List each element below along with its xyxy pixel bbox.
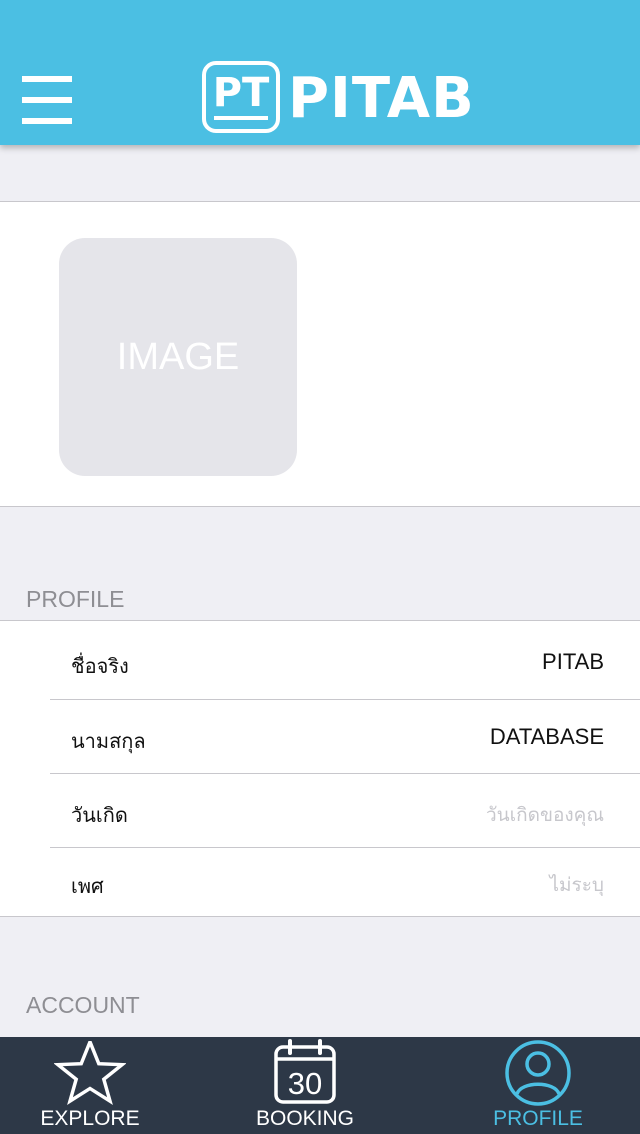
logo-mark-text: PT: [213, 70, 270, 116]
tab-profile[interactable]: PROFILE: [448, 1037, 628, 1134]
tab-explore-label: EXPLORE: [40, 1107, 140, 1130]
gender-label: เพศ: [71, 874, 104, 898]
pitab-logo-icon: PT: [202, 61, 280, 133]
gender-placeholder: ไม่ระบุ: [549, 874, 604, 896]
row-gender[interactable]: เพศ ไม่ระบุ: [0, 848, 640, 918]
app-logo-text: PITAB: [288, 66, 475, 131]
image-placeholder-label: IMAGE: [116, 335, 240, 378]
profile-image-placeholder[interactable]: IMAGE: [59, 238, 297, 476]
birthday-placeholder: วันเกิดของคุณ: [485, 804, 604, 826]
calendar-day-text: 30: [288, 1066, 322, 1101]
profile-image-section: IMAGE: [0, 201, 640, 507]
first-name-value: PITAB: [542, 649, 604, 674]
row-last-name[interactable]: นามสกุล DATABASE: [0, 700, 640, 774]
profile-section-title: PROFILE: [26, 586, 125, 612]
row-first-name[interactable]: ชื่อจริง PITAB: [0, 621, 640, 700]
profile-list: ชื่อจริง PITAB นามสกุล DATABASE วันเกิด …: [0, 620, 640, 917]
star-icon: [54, 1041, 126, 1105]
first-name-label: ชื่อจริง: [71, 654, 129, 678]
bottom-tab-bar: EXPLORE 30 BOOKING PROFILE: [0, 1037, 640, 1134]
row-birthday[interactable]: วันเกิด วันเกิดของคุณ: [0, 774, 640, 848]
account-section-title: ACCOUNT: [26, 992, 140, 1018]
hamburger-menu-icon[interactable]: [22, 76, 72, 124]
app-header: PT PITAB: [0, 0, 640, 145]
user-icon: [505, 1040, 571, 1106]
tab-booking-label: BOOKING: [255, 1107, 355, 1130]
birthday-label: วันเกิด: [71, 803, 128, 827]
last-name-label: นามสกุล: [71, 729, 146, 753]
tab-profile-label: PROFILE: [493, 1107, 583, 1130]
tab-explore[interactable]: EXPLORE: [0, 1037, 180, 1134]
calendar-icon: 30: [274, 1039, 336, 1104]
last-name-value: DATABASE: [489, 724, 604, 749]
tab-booking[interactable]: 30 BOOKING: [215, 1037, 395, 1134]
